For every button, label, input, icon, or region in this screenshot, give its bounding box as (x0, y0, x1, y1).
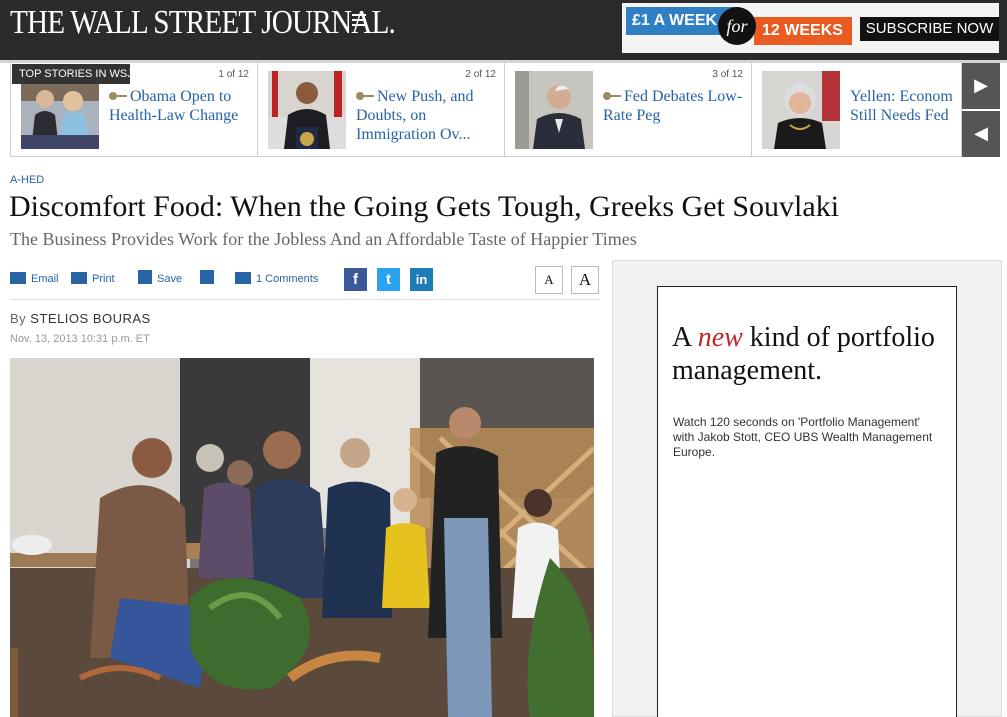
menu-icon[interactable] (352, 14, 366, 30)
masthead: THE WALL STREET JOURNAL. £1 A WEEK 12 WE… (0, 0, 1007, 60)
top-story-item[interactable]: 3 of 12 Fed Debates Low-Rate Peg (505, 63, 752, 156)
story-headline[interactable]: Fed Debates Low-Rate Peg (603, 87, 743, 125)
chevron-down-icon (200, 270, 214, 284)
font-size-large-button[interactable]: A (571, 266, 599, 294)
top-story-item[interactable]: 2 of 12 New Push, and Doubts, on Immigra… (258, 63, 505, 156)
subscribe-now-button[interactable]: SUBSCRIBE NOW (860, 17, 999, 41)
printer-icon (71, 272, 87, 284)
story-headline[interactable]: Obama Open to Health-Law Change (109, 87, 249, 125)
story-count: 1 of 12 (218, 69, 249, 80)
article-title: Discomfort Food: When the Going Gets Tou… (9, 190, 840, 223)
article-kicker[interactable]: A-HED (10, 174, 44, 186)
article-photo (10, 358, 594, 717)
print-button[interactable]: Print (71, 268, 115, 290)
save-dropdown[interactable] (200, 268, 219, 290)
twitter-icon[interactable]: t (377, 268, 400, 291)
story-headline[interactable]: New Push, and Doubts, on Immigration Ov.… (356, 87, 496, 144)
subscription-promo[interactable]: £1 A WEEK 12 WEEKS for SUBSCRIBE NOW (622, 3, 999, 53)
story-count: 3 of 12 (712, 69, 743, 80)
story-count: 2 of 12 (465, 69, 496, 80)
key-icon (603, 92, 621, 100)
carousel-next-button[interactable]: ▶ (962, 63, 1000, 109)
article-tools: Email Print Save 1 Comments f t in A A (10, 262, 600, 300)
story-thumbnail (515, 71, 593, 149)
plus-icon (138, 270, 152, 284)
top-story-item[interactable]: Yellen: Econom Still Needs Fed (752, 63, 962, 156)
facebook-icon[interactable]: f (344, 268, 367, 291)
ad-body-text: Watch 120 seconds on 'Portfolio Manageme… (673, 415, 933, 459)
top-stories-label: TOP STORIES IN WSJ (12, 64, 133, 84)
byline-prefix: By (10, 311, 27, 326)
email-button[interactable]: Email (10, 268, 59, 290)
font-size-small-button[interactable]: A (535, 266, 563, 294)
key-icon (356, 92, 374, 100)
linkedin-icon[interactable]: in (410, 268, 433, 291)
comment-icon (235, 272, 251, 284)
article-dek: The Business Provides Work for the Joble… (10, 229, 637, 249)
publish-date: Nov. 13, 2013 10:31 p.m. ET (10, 333, 150, 345)
promo-for: for (718, 7, 756, 45)
key-icon (109, 92, 127, 100)
ad-headline: A new kind of portfolio management. (672, 322, 935, 386)
carousel-prev-button[interactable]: ◀ (962, 111, 1000, 157)
byline: By STELIOS BOURAS (10, 311, 151, 326)
envelope-icon (10, 272, 26, 284)
ubs-advertisement[interactable]: A new kind of portfolio management. Watc… (657, 286, 957, 717)
author-name[interactable]: STELIOS BOURAS (30, 311, 150, 326)
story-thumbnail (762, 71, 840, 149)
comments-button[interactable]: 1 Comments (235, 268, 318, 290)
promo-weeks: 12 WEEKS (754, 17, 852, 45)
wsj-logo[interactable]: THE WALL STREET JOURNAL. (10, 4, 396, 42)
story-headline[interactable]: Yellen: Econom Still Needs Fed (850, 87, 958, 125)
save-button[interactable]: Save (138, 268, 182, 290)
story-thumbnail (268, 71, 346, 149)
